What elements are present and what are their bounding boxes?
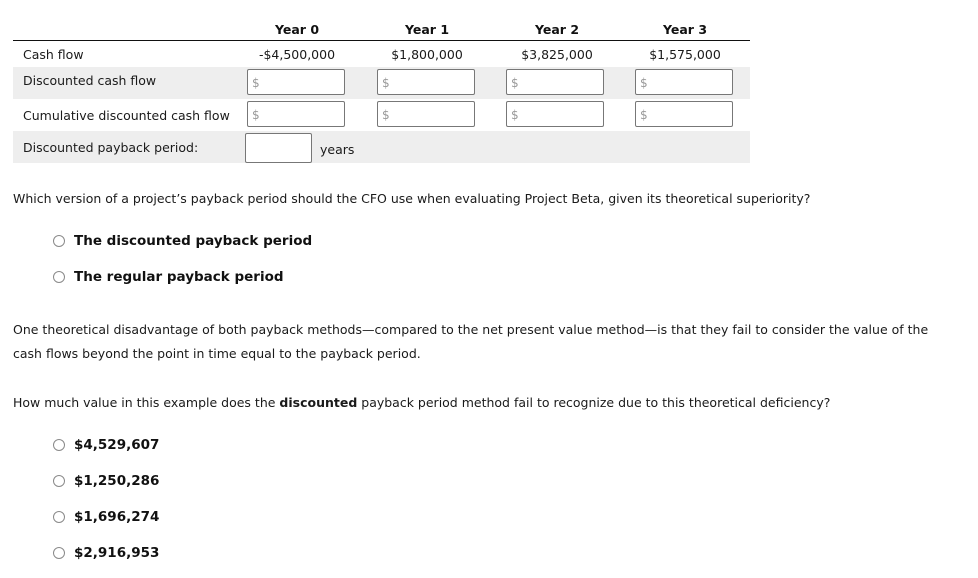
dollar-prefix: $	[511, 108, 519, 122]
column-header-year-1: Year 1	[404, 22, 450, 37]
column-header-year-0: Year 0	[274, 22, 320, 37]
cash-flow-year-3: $1,575,000	[649, 47, 721, 62]
dollar-prefix: $	[382, 108, 390, 122]
cumulative-discounted-cash-flow-row: Cumulative discounted cash flow $ $ $ $	[13, 99, 750, 131]
discounted-payback-period-row: Discounted payback period: years	[13, 131, 750, 163]
discounted-cash-flow-input-year-1[interactable]: $	[377, 69, 475, 95]
dollar-prefix: $	[640, 76, 648, 90]
option-label: The discounted payback period	[74, 233, 313, 249]
option-label: $1,250,286	[74, 473, 160, 489]
radio-button[interactable]	[53, 511, 65, 523]
question-2-emphasis: discounted	[279, 395, 358, 410]
option-value-1[interactable]: $4,529,607	[53, 436, 159, 454]
cumulative-cash-flow-input-year-2[interactable]: $	[506, 101, 604, 127]
option-value-2[interactable]: $1,250,286	[53, 472, 159, 490]
cash-flow-row: Cash flow -$4,500,000 $1,800,000 $3,825,…	[13, 41, 750, 67]
discounted-payback-period-input[interactable]	[245, 133, 312, 163]
option-value-4[interactable]: $2,916,953	[53, 544, 159, 562]
cumulative-cash-flow-input-year-3[interactable]: $	[635, 101, 733, 127]
cash-flow-year-0: -$4,500,000	[258, 47, 336, 62]
option-discounted-payback-period[interactable]: The discounted payback period	[53, 232, 312, 250]
question-1-text: Which version of a project’s payback per…	[13, 191, 811, 206]
option-label: $1,696,274	[74, 509, 160, 525]
dollar-prefix: $	[382, 76, 390, 90]
option-regular-payback-period[interactable]: The regular payback period	[53, 268, 284, 286]
cash-flow-year-1: $1,800,000	[391, 47, 463, 62]
discounted-cash-flow-input-year-2[interactable]: $	[506, 69, 604, 95]
cumulative-cash-flow-input-year-0[interactable]: $	[247, 101, 345, 127]
table-header: Year 0 Year 1 Year 2 Year 3	[13, 14, 750, 41]
discounted-cash-flow-input-year-3[interactable]: $	[635, 69, 733, 95]
question-2-text-start: How much value in this example does the	[13, 395, 280, 410]
dollar-prefix: $	[252, 108, 260, 122]
radio-button[interactable]	[53, 271, 65, 283]
discounted-payback-period-label: Discounted payback period:	[23, 140, 199, 155]
cumulative-discounted-cash-flow-label: Cumulative discounted cash flow	[23, 108, 230, 123]
column-header-year-2: Year 2	[534, 22, 580, 37]
cash-flow-year-2: $3,825,000	[521, 47, 593, 62]
dollar-prefix: $	[511, 76, 519, 90]
question-2-text-end: payback period method fail to recognize …	[357, 395, 831, 410]
years-unit-label: years	[320, 142, 355, 157]
dollar-prefix: $	[640, 108, 648, 122]
cash-flow-table: Year 0 Year 1 Year 2 Year 3 Cash flow -$…	[13, 14, 750, 163]
discounted-cash-flow-label: Discounted cash flow	[23, 73, 157, 88]
option-value-3[interactable]: $1,696,274	[53, 508, 159, 526]
explanation-paragraph: One theoretical disadvantage of both pay…	[13, 322, 929, 361]
discounted-cash-flow-row: Discounted cash flow $ $ $ $	[13, 67, 750, 99]
radio-button[interactable]	[53, 439, 65, 451]
option-label: $4,529,607	[74, 437, 160, 453]
question-2-text: How much value in this example does the …	[13, 395, 830, 410]
discounted-cash-flow-input-year-0[interactable]: $	[247, 69, 345, 95]
radio-button[interactable]	[53, 235, 65, 247]
dollar-prefix: $	[252, 76, 260, 90]
cumulative-cash-flow-input-year-1[interactable]: $	[377, 101, 475, 127]
column-header-year-3: Year 3	[662, 22, 708, 37]
option-label: The regular payback period	[74, 269, 284, 285]
option-label: $2,916,953	[74, 545, 160, 561]
radio-button[interactable]	[53, 475, 65, 487]
cash-flow-label: Cash flow	[23, 47, 84, 62]
radio-button[interactable]	[53, 547, 65, 559]
